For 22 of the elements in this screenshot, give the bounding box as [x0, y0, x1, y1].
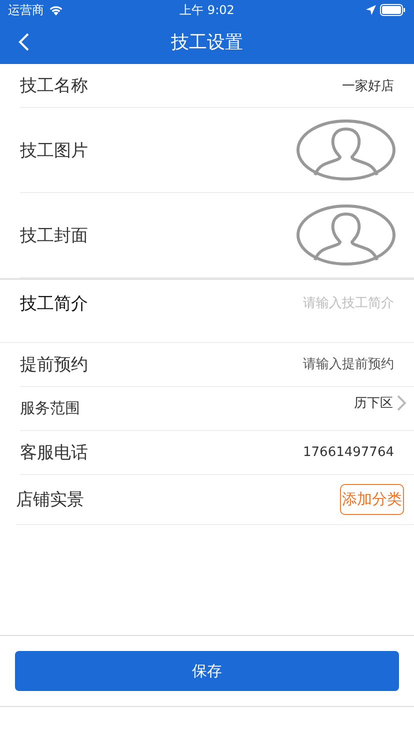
- field-label: 店铺实景: [16, 489, 84, 511]
- field-value: 17661497764: [303, 445, 394, 460]
- field-label: 技工名称: [20, 75, 88, 97]
- status-time: 上午 9:02: [180, 2, 234, 18]
- save-button[interactable]: 保存: [15, 651, 399, 691]
- avatar-placeholder-icon[interactable]: [296, 204, 396, 266]
- field-label: 技工封面: [20, 224, 88, 246]
- field-label: 服务范围: [20, 399, 80, 418]
- location-arrow-icon: [366, 5, 376, 15]
- add-category-button[interactable]: 添加分类: [340, 484, 404, 515]
- field-value[interactable]: 历下区: [354, 394, 393, 412]
- field-label: 技工简介: [20, 293, 88, 315]
- battery-icon: [380, 4, 406, 16]
- field-value: 一家好店: [342, 78, 394, 94]
- carrier-name: 运营商: [8, 2, 44, 18]
- page-title: 技工设置: [171, 31, 243, 54]
- field-label: 提前预约: [20, 354, 88, 376]
- wifi-icon: [48, 4, 64, 16]
- chevron-right-icon[interactable]: [397, 394, 406, 410]
- field-label: 客服电话: [20, 442, 88, 464]
- avatar-placeholder-icon[interactable]: [296, 119, 396, 181]
- field-label: 技工图片: [20, 140, 88, 162]
